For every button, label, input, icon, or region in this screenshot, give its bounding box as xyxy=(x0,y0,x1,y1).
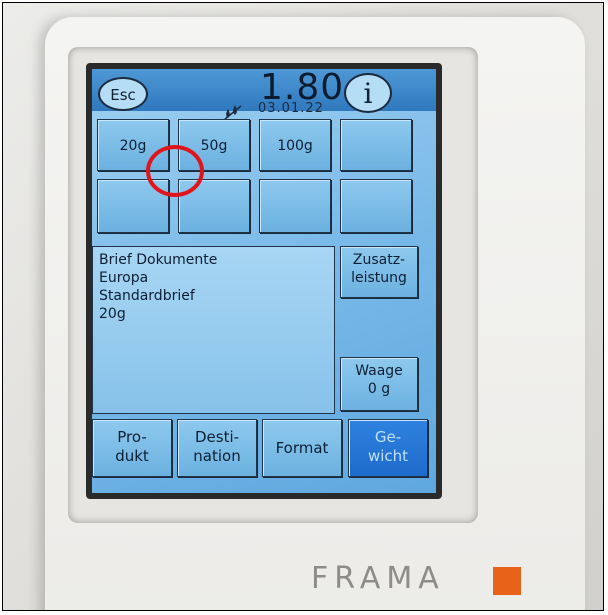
touch-screen: Esc 1.80 i 03.01.22 20g 50g 100g Brief D… xyxy=(86,63,442,499)
summary-line-weight: 20g xyxy=(99,306,126,322)
tab-produkt[interactable]: Pro- dukt xyxy=(92,419,172,477)
weight-preset-empty[interactable] xyxy=(340,119,412,171)
tab-gewicht-line1: Ge- xyxy=(374,428,402,446)
summary-line-format: Standardbrief xyxy=(99,288,195,304)
tab-gewicht-line2: wicht xyxy=(367,447,409,465)
tab-format[interactable]: Format xyxy=(262,419,342,477)
empty-slot-button[interactable] xyxy=(259,179,331,233)
date-display: 03.01.22 xyxy=(258,101,324,116)
waage-button[interactable]: Waage 0 g xyxy=(340,357,418,411)
esc-button[interactable]: Esc xyxy=(98,77,148,111)
scale-reading: 0 g xyxy=(367,381,391,397)
info-button[interactable]: i xyxy=(344,73,392,113)
tab-destination-line1: Desti- xyxy=(194,428,240,446)
tab-format-label: Format xyxy=(275,439,329,457)
tab-destination[interactable]: Desti- nation xyxy=(177,419,257,477)
frama-logo-square-icon xyxy=(493,567,521,595)
red-highlight-circle xyxy=(146,145,204,197)
zusatzleistung-button[interactable]: Zusatz- leistung xyxy=(340,246,418,298)
tab-destination-line2: nation xyxy=(193,447,241,465)
tab-gewicht[interactable]: Ge- wicht xyxy=(348,419,428,477)
summary-line-product: Brief Dokumente xyxy=(99,252,218,268)
tab-produkt-line2: dukt xyxy=(115,447,149,465)
photo-frame: Esc 1.80 i 03.01.22 20g 50g 100g Brief D… xyxy=(2,2,604,611)
empty-slot-button[interactable] xyxy=(340,179,412,233)
frama-logo: FRAMA xyxy=(311,561,445,596)
zusatz-label-line1: Zusatz- xyxy=(352,252,406,268)
tab-produkt-line1: Pro- xyxy=(117,428,147,446)
product-summary-panel: Brief Dokumente Europa Standardbrief 20g xyxy=(92,246,335,414)
zusatz-label-line2: leistung xyxy=(351,270,407,286)
weight-preset-100g[interactable]: 100g xyxy=(259,119,331,171)
summary-line-destination: Europa xyxy=(99,270,149,286)
waage-label: Waage xyxy=(355,363,403,379)
